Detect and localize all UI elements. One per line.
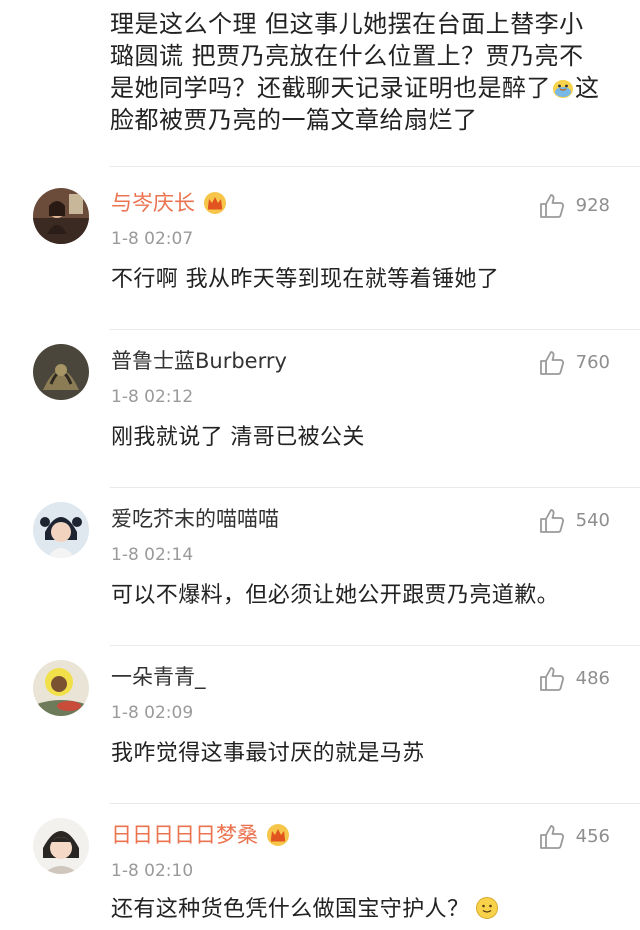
avatar[interactable] — [33, 818, 89, 874]
like-count: 540 — [575, 510, 610, 531]
like-count: 760 — [575, 352, 610, 373]
avatar[interactable] — [33, 344, 89, 400]
previous-comment-line: 脸都被贾乃亮的一篇文章给扇烂了 — [110, 106, 478, 134]
divider — [110, 645, 640, 646]
thumbs-up-icon[interactable] — [538, 507, 566, 535]
smile-emoji-icon — [476, 897, 499, 919]
divider — [110, 166, 640, 167]
comment-timestamp: 1-8 02:10 — [111, 861, 194, 881]
comment-timestamp: 1-8 02:12 — [111, 387, 194, 407]
like-button[interactable]: 456 — [538, 823, 610, 851]
previous-comment-line: 璐圆谎 把贾乃亮放在什么位置上？贾乃亮不 — [110, 42, 584, 70]
previous-comment-line: 是她同学吗？还截聊天记录证明也是醉了这 — [110, 74, 600, 102]
avatar[interactable] — [33, 660, 89, 716]
vip-crown-icon — [204, 192, 226, 214]
thumbs-up-icon[interactable] — [538, 665, 566, 693]
emoji-icon — [553, 80, 573, 98]
comment-timestamp: 1-8 02:09 — [111, 703, 194, 723]
avatar[interactable] — [33, 502, 89, 558]
previous-comment-text: 理是这么个理 但这事儿她摆在台面上替李小 璐圆谎 把贾乃亮放在什么位置上？贾乃亮… — [110, 8, 625, 136]
username[interactable]: 一朵青青_ — [111, 664, 206, 690]
thumbs-up-icon[interactable] — [538, 349, 566, 377]
thumbs-up-icon[interactable] — [538, 823, 566, 851]
like-count: 456 — [575, 826, 610, 847]
previous-comment-line: 理是这么个理 但这事儿她摆在台面上替李小 — [110, 10, 584, 38]
comment-timestamp: 1-8 02:07 — [111, 229, 194, 249]
comment-text: 不行啊 我从昨天等到现在就等着锤她了 — [111, 267, 500, 292]
like-count: 928 — [575, 195, 610, 216]
divider — [110, 329, 640, 330]
like-button[interactable]: 760 — [538, 349, 610, 377]
divider — [110, 487, 640, 488]
like-button[interactable]: 486 — [538, 665, 610, 693]
comment-text: 我咋觉得这事最讨厌的就是马苏 — [111, 741, 425, 766]
vip-crown-icon — [267, 824, 289, 846]
thumbs-up-icon[interactable] — [538, 192, 566, 220]
username[interactable]: 日日日日日梦桑 — [111, 822, 292, 848]
username[interactable]: 爱吃芥末的喵喵喵 — [111, 506, 279, 532]
username[interactable]: 普鲁士蓝Burberry — [111, 348, 287, 374]
username[interactable]: 与岑庆长 — [111, 190, 229, 216]
avatar[interactable] — [33, 188, 89, 244]
comment-text: 刚我就说了 清哥已被公关 — [111, 425, 365, 450]
like-button[interactable]: 928 — [538, 192, 610, 220]
like-button[interactable]: 540 — [538, 507, 610, 535]
comment-text: 还有这种货色凭什么做国宝守护人？ — [111, 896, 499, 924]
divider — [110, 803, 640, 804]
comment-text: 可以不爆料，但必须让她公开跟贾乃亮道歉。 — [111, 583, 560, 608]
comment-timestamp: 1-8 02:14 — [111, 545, 194, 565]
like-count: 486 — [575, 668, 610, 689]
